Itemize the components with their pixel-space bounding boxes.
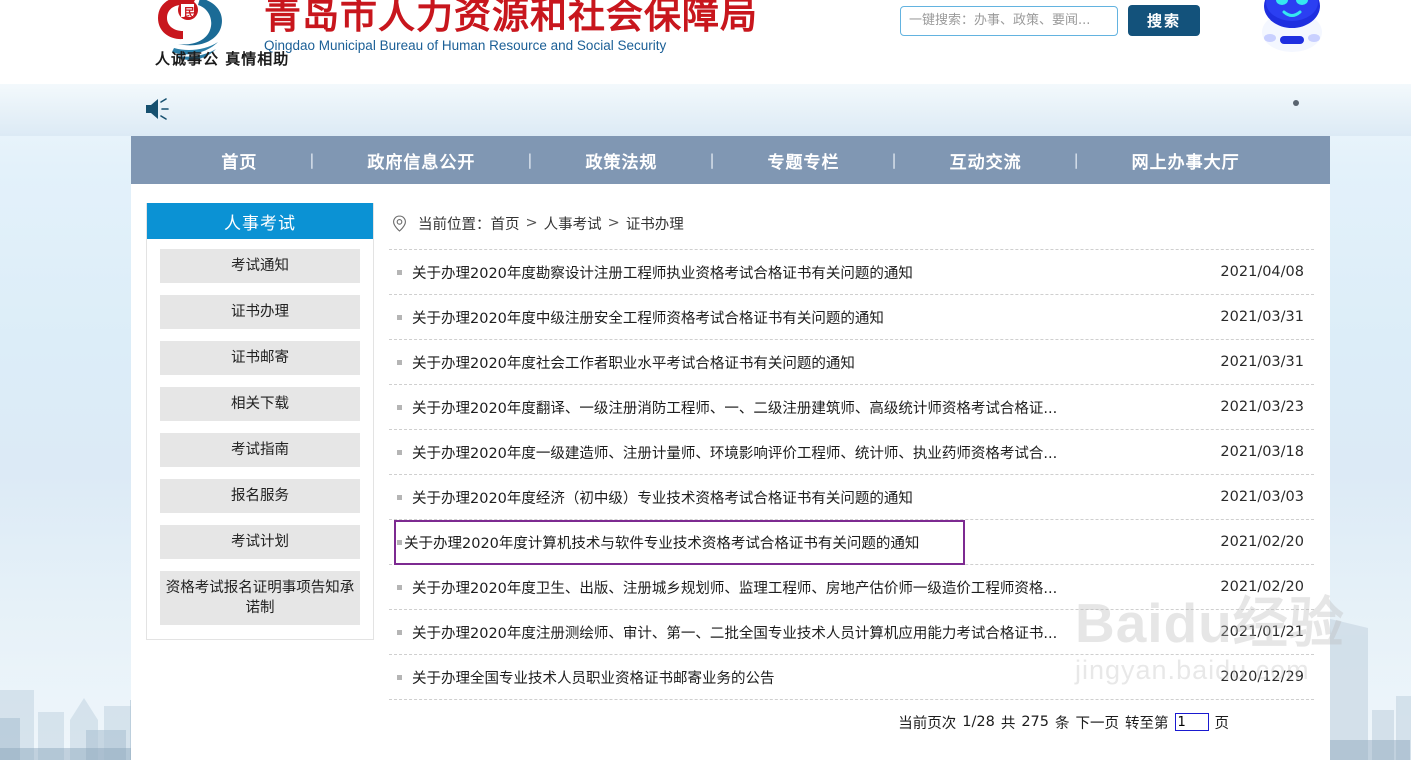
speaker-announcement-icon[interactable] bbox=[143, 96, 169, 122]
sidebar-title: 人事考试 bbox=[147, 203, 373, 239]
article-list: 关于办理2020年度勘察设计注册工程师执业资格考试合格证书有关问题的通知 202… bbox=[389, 249, 1314, 700]
pagination-next-page-link[interactable]: 下一页 bbox=[1076, 712, 1120, 733]
bullet-icon bbox=[397, 359, 402, 365]
pagination-goto-input[interactable] bbox=[1174, 713, 1209, 731]
sidebar-item-exam-notice[interactable]: 考试通知 bbox=[160, 249, 360, 283]
pagination-goto-label: 转至第 bbox=[1125, 715, 1169, 732]
sidebar-menu: 考试通知 证书办理 证书邮寄 相关下载 考试指南 报名服务 考试计划 资格考试报… bbox=[147, 239, 373, 639]
pagination-goto-unit: 页 bbox=[1214, 715, 1230, 732]
bullet-icon bbox=[397, 629, 402, 635]
bullet-icon bbox=[397, 449, 402, 455]
nav-separator: | bbox=[309, 151, 316, 169]
table-row[interactable]: 关于办理2020年度翻译、一级注册消防工程师、一、二级注册建筑师、高级统计师资格… bbox=[389, 385, 1314, 430]
site-search: 搜索 bbox=[900, 5, 1200, 36]
article-title-link[interactable]: 关于办理2020年度注册测绘师、审计、第一、二批全国专业技术人员计算机应用能力考… bbox=[412, 622, 1157, 643]
article-date: 2021/03/03 bbox=[1220, 489, 1304, 505]
breadcrumb-separator: > bbox=[607, 215, 620, 231]
article-date: 2021/02/20 bbox=[1220, 534, 1304, 550]
article-title-link[interactable]: 关于办理2020年度中级注册安全工程师资格考试合格证书有关问题的通知 bbox=[412, 307, 1157, 328]
sidebar-item-related-downloads[interactable]: 相关下载 bbox=[160, 387, 360, 421]
article-date: 2021/04/08 bbox=[1220, 264, 1304, 280]
bullet-icon bbox=[397, 404, 402, 410]
announcement-strip bbox=[0, 84, 1411, 136]
table-row[interactable]: 关于办理2020年度注册测绘师、审计、第一、二批全国专业技术人员计算机应用能力考… bbox=[389, 610, 1314, 655]
bullet-icon bbox=[397, 674, 402, 680]
bullet-icon bbox=[397, 584, 402, 590]
pagination: 当前页次 1/28 共 275 条 下一页 转至第 页 bbox=[389, 700, 1314, 744]
bullet-icon bbox=[397, 269, 402, 275]
breadcrumb-prefix: 当前位置： bbox=[418, 216, 491, 233]
nav-separator: | bbox=[1073, 151, 1080, 169]
nav-item-home[interactable]: 首页 bbox=[195, 148, 283, 173]
article-title-link[interactable]: 关于办理2020年度经济（初中级）专业技术资格考试合格证书有关问题的通知 bbox=[412, 487, 1157, 508]
sidebar: 人事考试 考试通知 证书办理 证书邮寄 相关下载 考试指南 报名服务 考试计划 … bbox=[146, 203, 374, 640]
table-row[interactable]: 关于办理全国专业技术人员职业资格证书邮寄业务的公告 2020/12/29 bbox=[389, 655, 1314, 700]
pagination-current-value: 1/28 bbox=[962, 714, 995, 730]
breadcrumb-item-certificate-processing[interactable]: 证书办理 bbox=[626, 213, 684, 234]
table-row[interactable]: 关于办理2020年度卫生、出版、注册城乡规划师、监理工程师、房地产估价师一级造价… bbox=[389, 565, 1314, 610]
article-date: 2021/03/31 bbox=[1220, 309, 1304, 325]
nav-separator: | bbox=[709, 151, 716, 169]
sidebar-item-exam-plan[interactable]: 考试计划 bbox=[160, 525, 360, 559]
article-title-link[interactable]: 关于办理2020年度卫生、出版、注册城乡规划师、监理工程师、房地产估价师一级造价… bbox=[412, 577, 1157, 598]
article-title-link-selected[interactable]: 关于办理2020年度计算机技术与软件专业技术资格考试合格证书有关问题的通知 bbox=[394, 519, 965, 565]
article-title-link[interactable]: 关于办理2020年度勘察设计注册工程师执业资格考试合格证书有关问题的通知 bbox=[412, 262, 1157, 283]
site-header: 民 青岛市人力资源和社会保障局 Qingdao Municipal Bureau… bbox=[0, 0, 1411, 84]
org-name-cn: 青岛市人力资源和社会保障局 bbox=[264, 0, 758, 37]
org-name-en: Qingdao Municipal Bureau of Human Resour… bbox=[264, 38, 667, 53]
nav-item-interaction[interactable]: 互动交流 bbox=[924, 148, 1048, 173]
article-date: 2021/03/31 bbox=[1220, 354, 1304, 370]
search-button[interactable]: 搜索 bbox=[1128, 5, 1200, 36]
table-row[interactable]: 关于办理2020年度中级注册安全工程师资格考试合格证书有关问题的通知 2021/… bbox=[389, 295, 1314, 340]
article-date: 2021/03/23 bbox=[1220, 399, 1304, 415]
article-date: 2021/01/21 bbox=[1220, 624, 1304, 640]
article-date: 2021/03/18 bbox=[1220, 444, 1304, 460]
content-area: 人事考试 考试通知 证书办理 证书邮寄 相关下载 考试指南 报名服务 考试计划 … bbox=[131, 184, 1330, 760]
carousel-dot-indicator[interactable] bbox=[1293, 100, 1299, 106]
sidebar-item-certificate-mailing[interactable]: 证书邮寄 bbox=[160, 341, 360, 375]
breadcrumb: 当前位置： 首页 > 人事考试 > 证书办理 bbox=[389, 203, 1314, 243]
article-title-link[interactable]: 关于办理全国专业技术人员职业资格证书邮寄业务的公告 bbox=[412, 667, 1157, 688]
pagination-current-label: 当前页次 bbox=[898, 715, 957, 732]
article-date: 2021/02/20 bbox=[1220, 579, 1304, 595]
nav-item-online-service-hall[interactable]: 网上办事大厅 bbox=[1106, 148, 1266, 173]
main-panel: 当前位置： 首页 > 人事考试 > 证书办理 关于办理2020年度勘察设计注册工… bbox=[389, 203, 1314, 744]
sidebar-item-certificate-processing[interactable]: 证书办理 bbox=[160, 295, 360, 329]
nav-separator: | bbox=[891, 151, 898, 169]
page-root: 民 青岛市人力资源和社会保障局 Qingdao Municipal Bureau… bbox=[0, 0, 1411, 760]
nav-item-special-topics[interactable]: 专题专栏 bbox=[742, 148, 866, 173]
chatbot-robot-icon[interactable] bbox=[1250, 0, 1334, 56]
breadcrumb-separator: > bbox=[525, 215, 538, 231]
search-input[interactable] bbox=[900, 5, 1118, 36]
table-row[interactable]: 关于办理2020年度一级建造师、注册计量师、环境影响评价工程师、统计师、执业药师… bbox=[389, 430, 1314, 475]
nav-item-gov-info-disclosure[interactable]: 政府信息公开 bbox=[341, 148, 501, 173]
table-row-highlighted[interactable]: 关于办理2020年度计算机技术与软件专业技术资格考试合格证书有关问题的通知 20… bbox=[389, 519, 1314, 565]
sidebar-item-commitment-system[interactable]: 资格考试报名证明事项告知承诺制 bbox=[160, 571, 360, 625]
svg-text:民: 民 bbox=[184, 6, 195, 19]
sidebar-item-exam-guide[interactable]: 考试指南 bbox=[160, 433, 360, 467]
article-title-link[interactable]: 关于办理2020年度社会工作者职业水平考试合格证书有关问题的通知 bbox=[412, 352, 1157, 373]
org-slogan: 人诚事公 真情相助 bbox=[155, 50, 290, 68]
table-row[interactable]: 关于办理2020年度社会工作者职业水平考试合格证书有关问题的通知 2021/03… bbox=[389, 340, 1314, 385]
article-date: 2020/12/29 bbox=[1220, 669, 1304, 685]
article-title-link[interactable]: 关于办理2020年度一级建造师、注册计量师、环境影响评价工程师、统计师、执业药师… bbox=[412, 442, 1157, 463]
nav-separator: | bbox=[527, 151, 534, 169]
pagination-total-unit: 条 bbox=[1055, 715, 1070, 732]
pagination-total-value: 275 bbox=[1021, 714, 1049, 730]
bullet-icon bbox=[397, 494, 402, 500]
article-title-link[interactable]: 关于办理2020年度翻译、一级注册消防工程师、一、二级注册建筑师、高级统计师资格… bbox=[412, 397, 1157, 418]
nav-item-policies-regulations[interactable]: 政策法规 bbox=[559, 148, 683, 173]
table-row[interactable]: 关于办理2020年度经济（初中级）专业技术资格考试合格证书有关问题的通知 202… bbox=[389, 475, 1314, 520]
sidebar-item-registration-service[interactable]: 报名服务 bbox=[160, 479, 360, 513]
location-pin-icon bbox=[393, 214, 406, 232]
breadcrumb-item-personnel-exam[interactable]: 人事考试 bbox=[544, 213, 602, 234]
main-navigation: 首页 | 政府信息公开 | 政策法规 | 专题专栏 | 互动交流 | 网上办事大… bbox=[131, 136, 1330, 184]
table-row[interactable]: 关于办理2020年度勘察设计注册工程师执业资格考试合格证书有关问题的通知 202… bbox=[389, 250, 1314, 295]
bullet-icon bbox=[397, 314, 402, 320]
breadcrumb-item-home[interactable]: 首页 bbox=[491, 213, 520, 234]
pagination-total-label: 共 bbox=[1000, 715, 1016, 732]
